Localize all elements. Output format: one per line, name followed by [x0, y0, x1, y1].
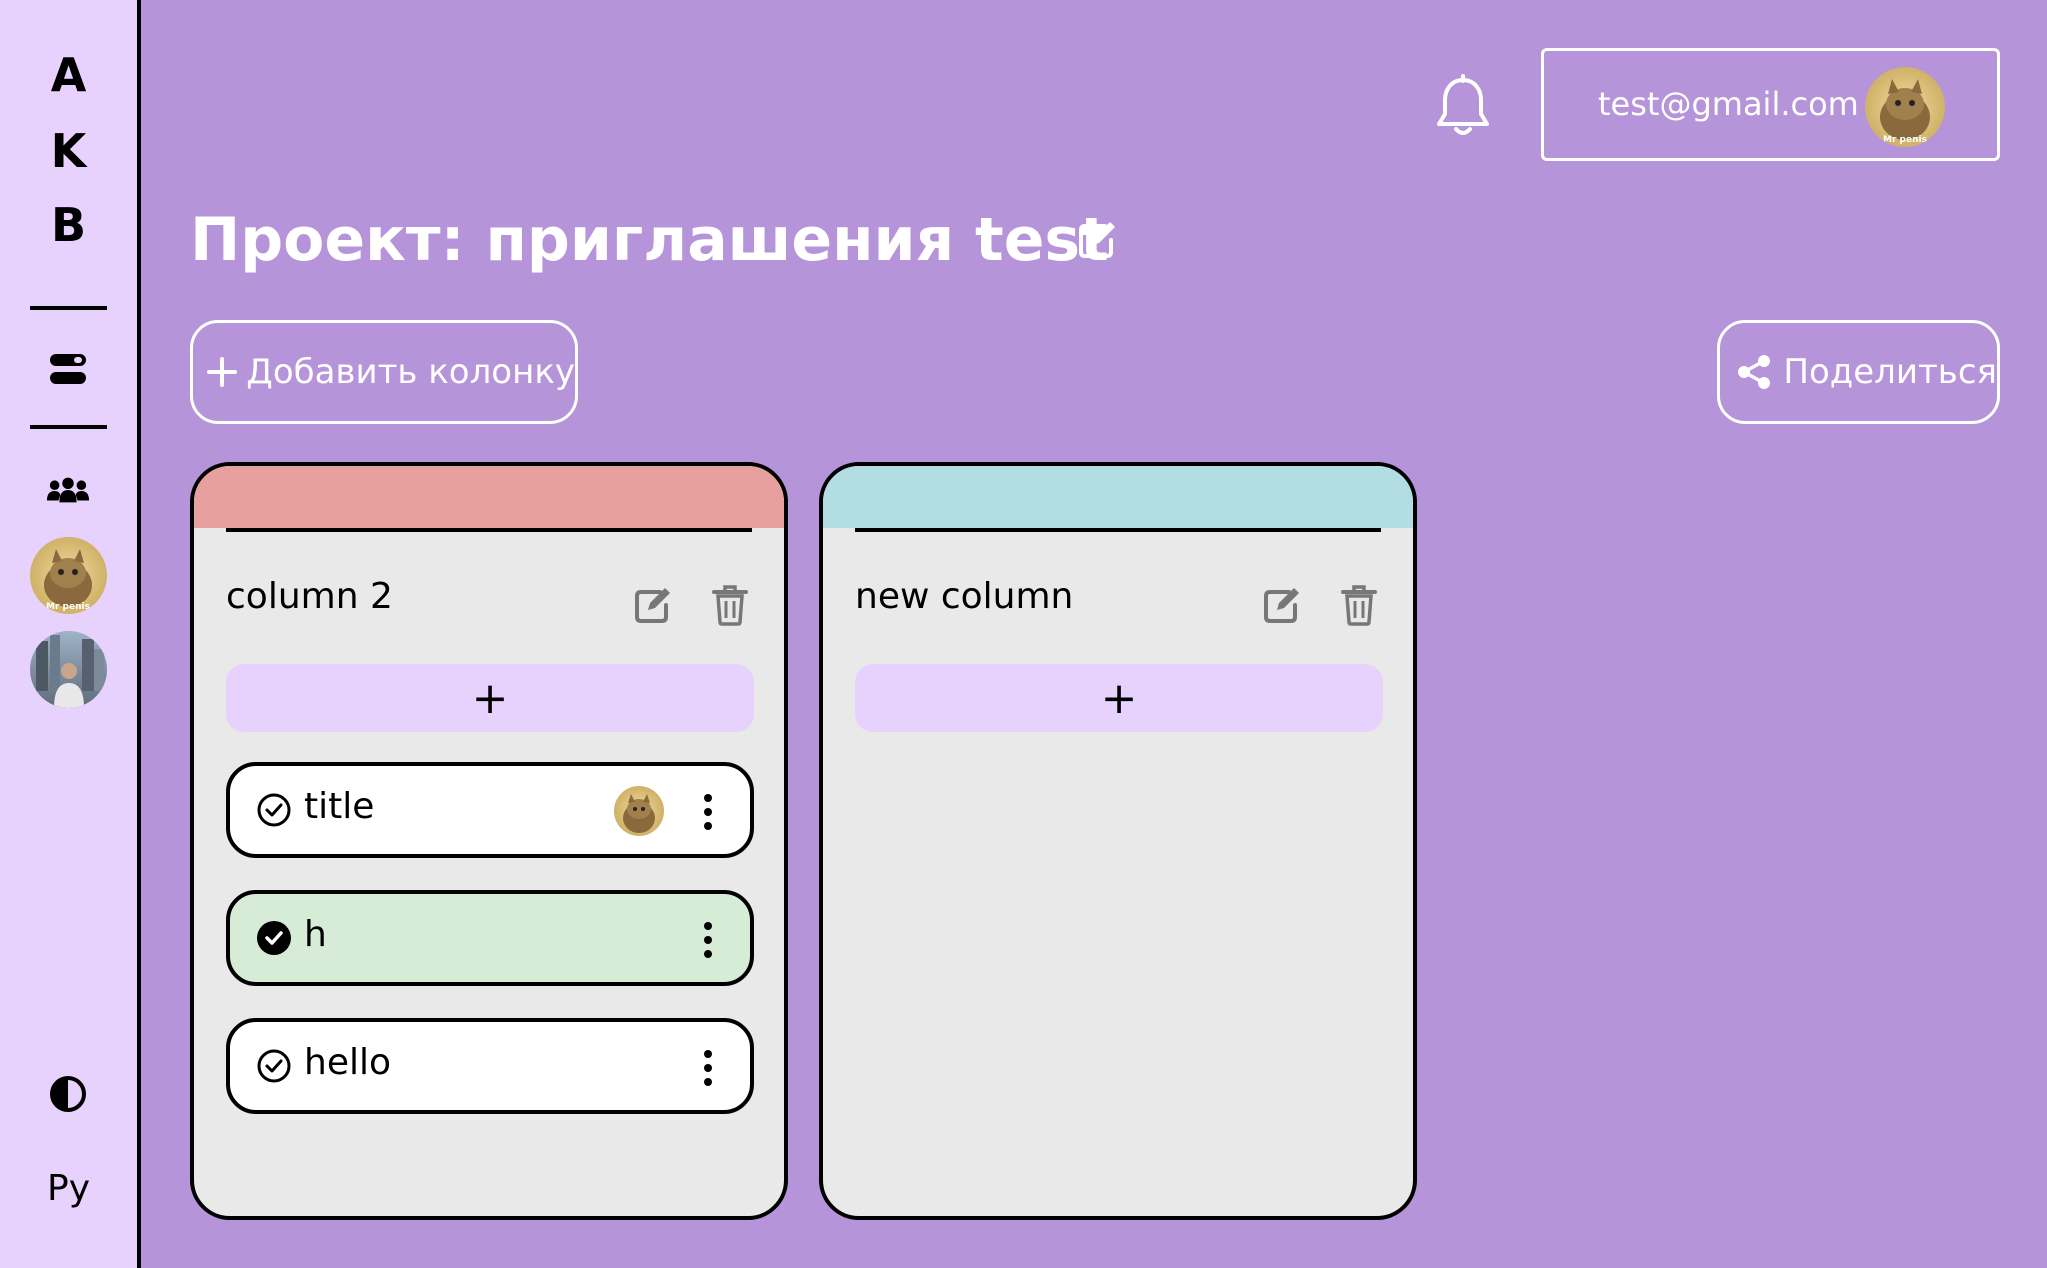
delete-column-icon[interactable] [710, 584, 750, 626]
task-done-icon[interactable] [256, 920, 292, 956]
language-switch[interactable]: Py [0, 1168, 137, 1209]
sidebar: A K B Mr penis Py [0, 0, 141, 1268]
add-column-label: Добавить колонку [246, 352, 575, 392]
team-icon[interactable] [46, 468, 90, 512]
column-divider [855, 528, 1381, 532]
edit-project-title-icon[interactable] [1075, 218, 1119, 262]
logo-letter-a: A [50, 48, 87, 102]
logo-letter-b: B [50, 198, 87, 252]
assignee-avatar [614, 786, 664, 836]
edit-column-icon[interactable] [632, 584, 674, 626]
task-card[interactable]: hello [226, 1018, 754, 1114]
add-card-button[interactable]: + [226, 664, 754, 732]
boards-icon[interactable] [46, 347, 90, 391]
avatar-caption: Mr penis [46, 602, 90, 612]
share-icon [1732, 350, 1775, 394]
delete-column-icon[interactable] [1339, 584, 1379, 626]
task-title: title [304, 786, 375, 827]
user-email: test@gmail.com [1598, 85, 1859, 123]
column-2: new column + [819, 462, 1417, 1220]
task-title: h [304, 914, 327, 955]
task-status-icon[interactable] [256, 792, 292, 828]
member-avatar-cat[interactable]: Mr penis [30, 537, 107, 614]
card-menu-icon[interactable] [698, 792, 718, 832]
add-card-button[interactable]: + [855, 664, 1383, 732]
column-title: column 2 [226, 576, 393, 617]
card-menu-icon[interactable] [698, 1048, 718, 1088]
avatar-caption: Mr penis [1883, 135, 1927, 145]
notifications-bell-icon[interactable] [1433, 74, 1493, 140]
column-divider [226, 528, 752, 532]
task-status-icon[interactable] [256, 1048, 292, 1084]
user-avatar: Mr penis [1865, 67, 1945, 147]
theme-toggle-icon[interactable] [46, 1072, 90, 1116]
page-title: Проект: приглашения test [190, 205, 1109, 275]
member-avatar-city[interactable] [30, 631, 107, 708]
column-color-band [194, 466, 784, 528]
task-card[interactable]: title [226, 762, 754, 858]
share-label: Поделиться [1783, 352, 1997, 392]
sidebar-divider [30, 306, 107, 310]
plus-icon [205, 350, 238, 394]
edit-column-icon[interactable] [1261, 584, 1303, 626]
column-1: column 2 + title h hello [190, 462, 788, 1220]
share-button[interactable]: Поделиться [1717, 320, 2000, 424]
task-card[interactable]: h [226, 890, 754, 986]
sidebar-divider [30, 425, 107, 429]
card-menu-icon[interactable] [698, 920, 718, 960]
logo-letter-k: K [50, 124, 87, 178]
column-color-band [823, 466, 1413, 528]
task-title: hello [304, 1042, 391, 1083]
add-column-button[interactable]: Добавить колонку [190, 320, 578, 424]
user-profile-button[interactable]: test@gmail.com Mr penis [1541, 48, 2000, 161]
column-title: new column [855, 576, 1074, 617]
